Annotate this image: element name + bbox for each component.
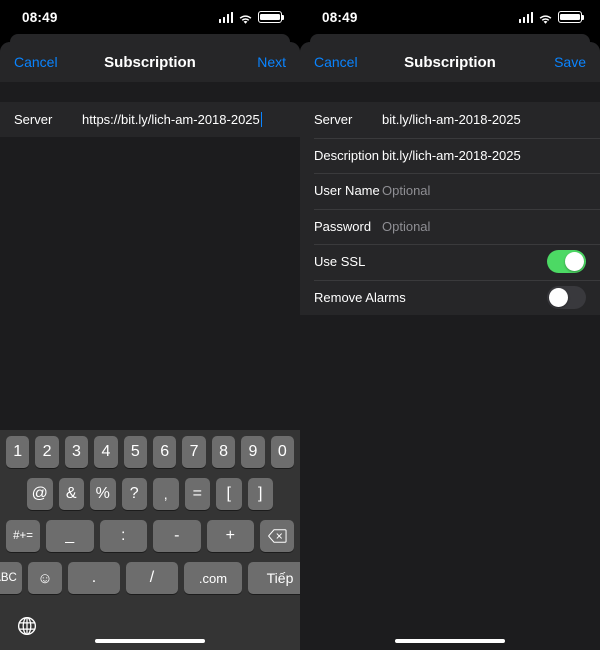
- server-field-label: Server: [314, 112, 382, 127]
- password-field-label: Password: [314, 219, 382, 234]
- modal-card-peek: [10, 34, 290, 42]
- key-comma[interactable]: ,: [153, 478, 179, 510]
- use-ssl-row[interactable]: Use SSL: [300, 244, 600, 280]
- next-button[interactable]: Next: [257, 54, 286, 70]
- keyboard-symbol-row: @ & % ? , = [ ]: [3, 478, 297, 510]
- left-phone-screen: 08:49 Cancel Subscription Next Server h: [0, 0, 300, 650]
- key-4[interactable]: 4: [94, 436, 117, 468]
- battery-full-icon: [558, 11, 582, 23]
- key-abc-toggle[interactable]: ABC: [0, 562, 22, 594]
- server-field-label: Server: [14, 112, 82, 127]
- status-bar-indicators: [219, 11, 283, 23]
- key-7[interactable]: 7: [182, 436, 205, 468]
- status-bar-clock: 08:49: [322, 10, 358, 25]
- cellular-signal-icon: [519, 12, 534, 23]
- key-symbols-toggle[interactable]: #+=: [6, 520, 40, 552]
- backspace-icon[interactable]: [260, 520, 294, 552]
- use-ssl-toggle[interactable]: [547, 250, 586, 273]
- remove-alarms-label: Remove Alarms: [314, 290, 406, 305]
- subscription-form-group: Server https://bit.ly/lich-am-2018-2025: [0, 102, 300, 137]
- username-field-label: User Name: [314, 183, 382, 198]
- description-field-row[interactable]: Description bit.ly/lich-am-2018-2025: [300, 138, 600, 174]
- key-dot-com[interactable]: .com: [184, 562, 242, 594]
- key-3[interactable]: 3: [65, 436, 88, 468]
- server-field-row[interactable]: Server bit.ly/lich-am-2018-2025: [300, 102, 600, 138]
- key-plus[interactable]: +: [207, 520, 255, 552]
- status-bar-indicators: [519, 11, 583, 23]
- keyboard-modifier-row: #+= _ : - +: [3, 520, 297, 552]
- list-top-spacer: [300, 82, 600, 102]
- key-at[interactable]: @: [27, 478, 53, 510]
- battery-full-icon: [258, 11, 282, 23]
- key-ampersand[interactable]: &: [59, 478, 85, 510]
- username-field-row[interactable]: User Name Optional: [300, 173, 600, 209]
- right-phone-screen: 08:49 Cancel Subscription Save Server b: [300, 0, 600, 650]
- key-bracket-left[interactable]: [: [216, 478, 242, 510]
- globe-language-icon[interactable]: [17, 616, 37, 636]
- server-value[interactable]: bit.ly/lich-am-2018-2025: [382, 112, 586, 127]
- key-colon[interactable]: :: [100, 520, 148, 552]
- modal-card-peek: [310, 34, 590, 42]
- key-question[interactable]: ?: [122, 478, 148, 510]
- keyboard-bottom-row: ABC ☺ . / .com Tiếp: [3, 562, 297, 594]
- status-bar-clock: 08:49: [22, 10, 58, 25]
- status-bar: 08:49: [300, 0, 600, 34]
- server-input[interactable]: https://bit.ly/lich-am-2018-2025: [82, 112, 260, 127]
- remove-alarms-row[interactable]: Remove Alarms: [300, 280, 600, 316]
- key-return-next[interactable]: Tiếp: [248, 562, 300, 594]
- on-screen-keyboard[interactable]: 1 2 3 4 5 6 7 8 9 0 @ & % ? , =: [0, 430, 300, 650]
- key-6[interactable]: 6: [153, 436, 176, 468]
- password-field-row[interactable]: Password Optional: [300, 209, 600, 245]
- navigation-bar: Cancel Subscription Next: [0, 42, 300, 82]
- username-input[interactable]: Optional: [382, 183, 586, 198]
- key-slash[interactable]: /: [126, 562, 178, 594]
- description-value[interactable]: bit.ly/lich-am-2018-2025: [382, 148, 586, 163]
- key-9[interactable]: 9: [241, 436, 264, 468]
- cancel-button[interactable]: Cancel: [14, 54, 58, 70]
- text-cursor: [261, 112, 263, 127]
- key-equals[interactable]: =: [185, 478, 211, 510]
- server-field-row[interactable]: Server https://bit.ly/lich-am-2018-2025: [0, 102, 300, 137]
- key-2[interactable]: 2: [35, 436, 58, 468]
- emoji-icon[interactable]: ☺: [28, 562, 62, 594]
- toggle-knob: [549, 288, 568, 307]
- key-period[interactable]: .: [68, 562, 120, 594]
- list-top-spacer: [0, 82, 300, 102]
- cellular-signal-icon: [219, 12, 234, 23]
- subscription-modal: Cancel Subscription Next Server https://…: [0, 42, 300, 650]
- home-indicator: [395, 639, 505, 644]
- status-bar: 08:49: [0, 0, 300, 34]
- key-hyphen[interactable]: -: [153, 520, 201, 552]
- key-1[interactable]: 1: [6, 436, 29, 468]
- wifi-icon: [238, 12, 253, 23]
- use-ssl-label: Use SSL: [314, 254, 365, 269]
- description-field-label: Description: [314, 148, 382, 163]
- save-button[interactable]: Save: [554, 54, 586, 70]
- subscription-modal: Cancel Subscription Save Server bit.ly/l…: [300, 42, 600, 650]
- password-input[interactable]: Optional: [382, 219, 586, 234]
- cancel-button[interactable]: Cancel: [314, 54, 358, 70]
- remove-alarms-toggle[interactable]: [547, 286, 586, 309]
- key-percent[interactable]: %: [90, 478, 116, 510]
- key-bracket-right[interactable]: ]: [248, 478, 274, 510]
- home-indicator: [95, 639, 205, 644]
- toggle-knob: [565, 252, 584, 271]
- navigation-bar: Cancel Subscription Save: [300, 42, 600, 82]
- key-underscore[interactable]: _: [46, 520, 94, 552]
- keyboard-number-row: 1 2 3 4 5 6 7 8 9 0: [3, 436, 297, 468]
- key-8[interactable]: 8: [212, 436, 235, 468]
- dual-screenshot-container: 08:49 Cancel Subscription Next Server h: [0, 0, 600, 650]
- subscription-form-group: Server bit.ly/lich-am-2018-2025 Descript…: [300, 102, 600, 315]
- wifi-icon: [538, 12, 553, 23]
- key-0[interactable]: 0: [271, 436, 294, 468]
- key-5[interactable]: 5: [124, 436, 147, 468]
